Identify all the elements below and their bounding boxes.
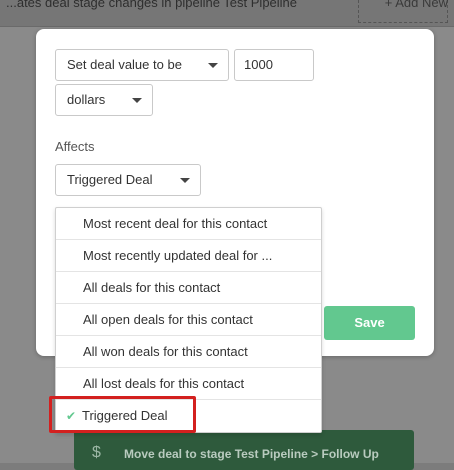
currency-value: dollars <box>67 92 106 107</box>
background-action-text: Move deal to stage Test Pipeline > Follo… <box>124 447 379 461</box>
currency-select[interactable]: dollars <box>55 84 153 116</box>
dropdown-option[interactable]: Most recently updated deal for ... <box>56 240 321 272</box>
deal-value-text: 1000 <box>244 57 273 72</box>
dropdown-option-selected[interactable]: ✔ Triggered Deal <box>56 400 321 432</box>
save-button[interactable]: Save <box>324 306 415 340</box>
chevron-down-icon <box>132 98 142 103</box>
dropdown-option[interactable]: Most recent deal for this contact <box>56 208 321 240</box>
background-header-text: ...ates deal stage changes in pipeline T… <box>6 0 298 10</box>
selected-option-label: Triggered Deal <box>82 408 168 423</box>
deal-value-input[interactable]: 1000 <box>234 49 314 81</box>
dropdown-option[interactable]: All lost deals for this contact <box>56 368 321 400</box>
background-action-block: $ Move deal to stage Test Pipeline > Fol… <box>74 430 414 470</box>
affects-value: Triggered Deal <box>67 172 153 187</box>
background-add-new-text: + Add New <box>384 0 448 10</box>
dollar-icon: $ <box>92 444 101 461</box>
affects-select[interactable]: Triggered Deal <box>55 164 201 196</box>
dropdown-option[interactable]: All won deals for this contact <box>56 336 321 368</box>
action-type-select[interactable]: Set deal value to be <box>55 49 229 81</box>
affects-dropdown-menu: Most recent deal for this contact Most r… <box>55 207 322 433</box>
check-icon: ✔ <box>66 409 77 423</box>
action-type-value: Set deal value to be <box>67 57 182 72</box>
chevron-down-icon <box>180 178 190 183</box>
affects-label: Affects <box>55 139 95 154</box>
chevron-down-icon <box>208 63 218 68</box>
dropdown-option[interactable]: All deals for this contact <box>56 272 321 304</box>
dropdown-option[interactable]: All open deals for this contact <box>56 304 321 336</box>
background-header: ...ates deal stage changes in pipeline T… <box>0 0 454 27</box>
